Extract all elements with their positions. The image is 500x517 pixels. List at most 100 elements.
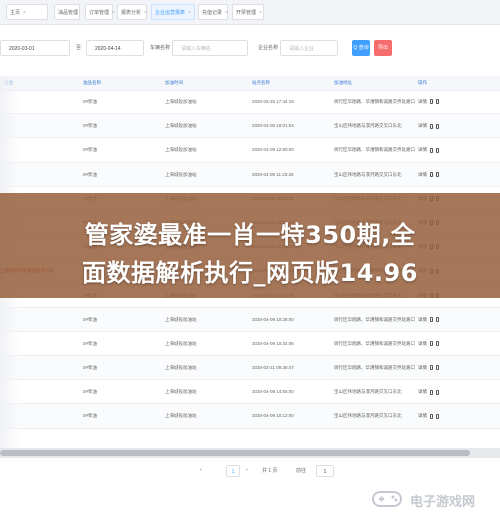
address-cell: 宝山区纬地路与漠河路交叉口东北 [334, 413, 402, 419]
detail-link[interactable]: 详情 [418, 413, 427, 418]
close-icon[interactable]: × [112, 10, 115, 16]
time-cell: 2020-04-09 11:23:26 [252, 171, 294, 177]
export-button[interactable]: 导出 [374, 40, 392, 56]
table-row[interactable]: 0#柴油 上海城投加油站 2020-04-08 14:55:00 宝山区纬地路与漠河路… [0, 380, 500, 405]
detail-link[interactable]: 详情 [418, 99, 427, 104]
table-row[interactable]: 0#柴油 上海城投加油站 2020-04-09 10:12:00 宝山区纬地路与漠河路… [0, 404, 500, 429]
search-button[interactable]: Q 查询 [352, 40, 370, 56]
overlay-title-line2: 面数据解析执行_网页版14.96 [82, 259, 418, 287]
tab-invoice[interactable]: 开票管理 × [232, 4, 264, 20]
address-cell: 宝山区纬地路与漠河路交叉口东北 [334, 171, 402, 177]
time-cell: 2020-04-09 10:34:06 [252, 340, 294, 346]
column-header-fuel[interactable]: 油品名称 [83, 80, 101, 86]
watermark-text: 电子游戏网 [410, 495, 476, 510]
delete-icon[interactable] [436, 147, 439, 153]
controller-icon [372, 491, 402, 507]
vehicle-name-input[interactable]: 请输入车辆名 [172, 40, 248, 56]
delete-icon[interactable] [436, 171, 439, 177]
tab-reports[interactable]: 报表分析 × [117, 4, 147, 20]
table-row[interactable]: 0#柴油 上海城投加油站 2020-04-09 10:34:06 闵行区华翔路、华漕镇… [0, 332, 500, 357]
edit-icon[interactable] [430, 99, 433, 105]
close-icon[interactable]: × [259, 10, 262, 16]
close-icon[interactable]: × [23, 10, 26, 16]
delete-icon[interactable] [436, 317, 439, 322]
tab-label: 企业运营报表 [155, 10, 186, 16]
detail-link[interactable]: 详情 [418, 389, 427, 394]
end-date-input[interactable]: 2020-04-14 [86, 40, 144, 56]
edit-icon[interactable] [430, 389, 433, 395]
column-header-station[interactable]: 站点名称 [252, 80, 270, 86]
company-name-input[interactable]: 请输入企业 [280, 40, 338, 56]
delete-icon[interactable] [436, 365, 439, 371]
horizontal-scrollbar[interactable] [0, 448, 500, 458]
start-date-input[interactable]: 2020-03-01 [0, 40, 70, 56]
next-page-button[interactable]: › [246, 467, 248, 473]
detail-link[interactable]: 详情 [418, 147, 427, 152]
table-header: 企业 油品名称 加油时间 站点名称 加油地址 操作 [0, 76, 500, 91]
tab-recharge[interactable]: 充值记录 × [198, 4, 228, 20]
close-icon[interactable]: × [188, 10, 191, 16]
table-row[interactable]: 0#柴油 上海城投加油站 2020-03-21 09:36:47 闵行区华翔路、华漕镇… [0, 356, 500, 381]
pagination: ‹ 1 › 共 1 页 前往 1 [0, 462, 500, 482]
time-cell: 2020-04-08 12:50:00 [252, 147, 294, 153]
column-header-address[interactable]: 加油地址 [334, 80, 352, 86]
fuel-cell: 0#柴油 [83, 316, 98, 322]
table-row[interactable]: 0#柴油 上海城投加油站 2020-04-09 18:01:54 宝山区纬地路与漠河路… [0, 114, 500, 139]
table-row[interactable]: 0#柴油 上海城投加油站 2020-04-09 11:23:26 宝山区纬地路与漠河路… [0, 162, 500, 187]
tab-label: 订单管理 [89, 10, 110, 16]
column-header-time[interactable]: 加油时间 [165, 80, 183, 86]
edit-icon[interactable] [430, 341, 433, 347]
overlay-banner: 管家婆最准一肖一特350期,全 面数据解析执行_网页版14.96 [0, 193, 500, 298]
detail-link[interactable]: 详情 [418, 123, 427, 128]
tab-company-report[interactable]: 企业运营报表 × [151, 4, 195, 20]
column-header-actions[interactable]: 操作 [418, 80, 427, 86]
station-cell: 上海城投加油站 [165, 147, 197, 153]
watermark-logo: 电子游戏网 [370, 486, 495, 512]
station-cell: 上海城投加油站 [165, 99, 197, 104]
tab-orders[interactable]: 订单管理 × [85, 4, 115, 20]
row-actions: 详情 [418, 413, 439, 419]
edit-icon[interactable] [430, 317, 433, 322]
edit-icon[interactable] [430, 147, 433, 153]
address-cell: 宝山区纬地路与漠河路交叉口东北 [334, 389, 402, 395]
goto-page-input[interactable]: 1 [316, 465, 334, 477]
delete-icon[interactable] [436, 341, 439, 347]
page-number-current[interactable]: 1 [226, 465, 240, 477]
address-cell: 宝山区纬地路与漠河路交叉口东北 [334, 123, 402, 129]
delete-icon[interactable] [436, 413, 439, 419]
time-cell: 2020-03-21 09:36:47 [252, 365, 294, 371]
address-cell: 闵行区华翔路、华漕镇和诚路交界处路口 [334, 340, 415, 346]
edit-icon[interactable] [430, 365, 433, 371]
station-cell: 上海城投加油站 [165, 171, 197, 177]
detail-link[interactable]: 详情 [418, 172, 427, 177]
delete-icon[interactable] [436, 389, 439, 395]
edit-icon[interactable] [430, 123, 433, 129]
station-cell: 上海城投加油站 [165, 316, 197, 322]
detail-link[interactable]: 详情 [418, 317, 427, 322]
date-range-separator: 至 [76, 45, 82, 51]
table-row[interactable]: 0#柴油 上海城投加油站 2020-03-25 17:44:18 闵行区华翔路、华漕镇… [0, 90, 500, 115]
station-cell: 上海城投加油站 [165, 340, 197, 346]
overlay-title-line1: 管家婆最准一肖一特350期,全 [84, 221, 416, 249]
close-icon[interactable]: × [225, 10, 228, 16]
detail-link[interactable]: 详情 [418, 365, 427, 370]
delete-icon[interactable] [436, 123, 439, 129]
tab-oil[interactable]: 油品管理 [54, 4, 80, 20]
edit-icon[interactable] [430, 413, 433, 419]
address-cell: 闵行区华翔路、华漕镇和诚路交界处路口 [334, 99, 415, 104]
table-row[interactable]: 0#柴油 上海城投加油站 2020-04-08 12:50:00 闵行区华翔路、华漕镇… [0, 138, 500, 163]
table-row[interactable]: 0#柴油 上海城投加油站 2020-04-09 10:28:00 闵行区华翔路、华漕镇… [0, 307, 500, 332]
row-actions: 详情 [418, 341, 439, 347]
tab-label: 油品管理 [58, 10, 79, 16]
row-actions: 详情 [418, 365, 439, 371]
prev-page-button[interactable]: ‹ [200, 467, 202, 473]
tab-home[interactable]: 主页 × [6, 4, 48, 20]
tab-bar: 主页 × 油品管理 订单管理 × 报表分析 × 企业运营报表 × 充值记录 × 开票管理 × [0, 0, 500, 25]
close-icon[interactable]: × [144, 10, 147, 16]
detail-link[interactable]: 详情 [418, 341, 427, 346]
fuel-cell: 0#柴油 [83, 123, 98, 129]
time-cell: 2020-04-09 10:28:00 [252, 316, 294, 322]
delete-icon[interactable] [436, 99, 439, 105]
scrollbar-thumb[interactable] [0, 450, 470, 456]
edit-icon[interactable] [430, 171, 433, 177]
